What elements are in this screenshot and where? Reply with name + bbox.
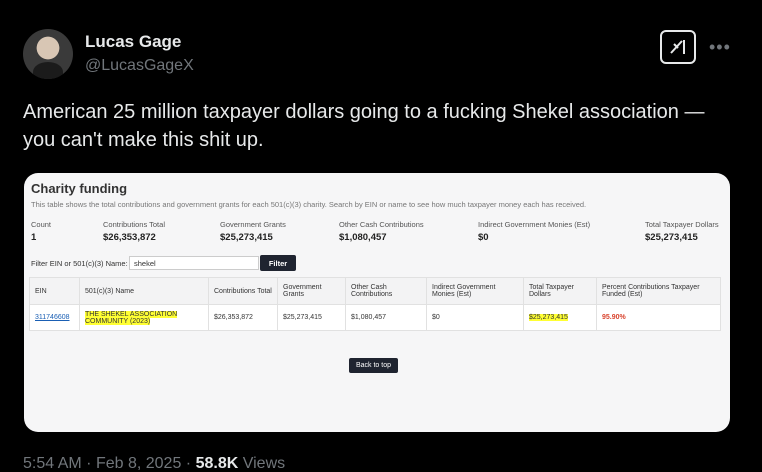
stat-value: 1 xyxy=(31,232,37,243)
tweet-date[interactable]: Feb 8, 2025 xyxy=(96,455,181,472)
author-name[interactable]: Lucas Gage xyxy=(85,32,181,52)
indirect-cell: $0 xyxy=(426,304,524,331)
column-header: Percent Contributions Taxpayer Funded (E… xyxy=(596,277,721,305)
filter-label: Filter EIN or 501(c)(3) Name: xyxy=(31,259,128,268)
attached-image[interactable]: Charity funding This table shows the tot… xyxy=(24,173,730,432)
stat-value: $26,353,872 xyxy=(103,232,156,243)
more-options-icon[interactable]: ••• xyxy=(709,37,731,58)
column-header: Indirect Government Monies (Est) xyxy=(426,277,524,305)
separator: · xyxy=(86,455,92,472)
filter-button[interactable]: Filter xyxy=(260,255,296,271)
column-header: 501(c)(3) Name xyxy=(79,277,209,305)
tweet-text: American 25 million taxpayer dollars goi… xyxy=(23,101,705,151)
percent-cell: 95.90% xyxy=(596,304,721,331)
taxpayer-dollars-cell: $25,273,415 xyxy=(523,304,597,331)
filter-input[interactable] xyxy=(129,256,259,270)
grok-button[interactable] xyxy=(660,30,696,64)
contributions-cell: $26,353,872 xyxy=(208,304,278,331)
stat-value: $1,080,457 xyxy=(339,232,387,243)
stat-label: Indirect Government Monies (Est) xyxy=(478,220,591,229)
column-header: Other Cash Contributions xyxy=(345,277,427,305)
column-header: EIN xyxy=(29,277,80,305)
grok-icon xyxy=(670,40,685,54)
charity-table: EIN 501(c)(3) Name Contributions Total G… xyxy=(29,277,721,331)
stat-label: Other Cash Contributions xyxy=(339,220,424,229)
ein-cell: 311746608 xyxy=(29,304,80,331)
charity-name: THE SHEKEL ASSOCIATION COMMUNITY (2023) xyxy=(85,310,178,325)
taxpayer-dollars-value: $25,273,415 xyxy=(529,314,568,321)
card-description: This table shows the total contributions… xyxy=(31,200,587,209)
stat-label: Government Grants xyxy=(220,220,286,229)
tweet-meta: 5:54 AM · Feb 8, 2025 · 58.8K Views xyxy=(23,455,285,472)
name-cell: THE SHEKEL ASSOCIATION COMMUNITY (2023) xyxy=(79,304,209,331)
stat-label: Contributions Total xyxy=(103,220,165,229)
ein-link[interactable]: 311746608 xyxy=(35,314,70,321)
percent-value: 95.90% xyxy=(602,314,626,321)
column-header: Contributions Total xyxy=(208,277,278,305)
separator: · xyxy=(185,455,192,472)
stat-label: Count xyxy=(31,220,52,229)
views-count[interactable]: 58.8K xyxy=(196,455,239,472)
table-header-row: EIN 501(c)(3) Name Contributions Total G… xyxy=(29,277,721,305)
column-header: Total Taxpayer Dollars xyxy=(523,277,597,305)
other-cash-cell: $1,080,457 xyxy=(345,304,427,331)
back-to-top-button[interactable]: Back to top xyxy=(349,358,398,373)
stat-total-taxpayer: Total Taxpayer Dollars $25,273,415 xyxy=(645,220,719,243)
avatar[interactable] xyxy=(23,29,73,79)
views-label: Views xyxy=(242,455,286,472)
table-row: 311746608 THE SHEKEL ASSOCIATION COMMUNI… xyxy=(29,304,721,331)
stat-other-cash: Other Cash Contributions $1,080,457 xyxy=(339,220,424,243)
author-handle[interactable]: @LucasGageX xyxy=(85,57,194,75)
card-title: Charity funding xyxy=(31,181,128,196)
stat-value: $25,273,415 xyxy=(645,232,698,243)
stat-label: Total Taxpayer Dollars xyxy=(645,220,719,229)
stat-value: $25,273,415 xyxy=(220,232,273,243)
tweet-time[interactable]: 5:54 AM xyxy=(23,455,82,472)
stat-count: Count 1 xyxy=(31,220,51,243)
stat-contributions-total: Contributions Total $26,353,872 xyxy=(103,220,165,243)
stat-value: $0 xyxy=(478,232,489,243)
stat-indirect-government: Indirect Government Monies (Est) $0 xyxy=(478,220,590,243)
column-header: Government Grants xyxy=(277,277,346,305)
grants-cell: $25,273,415 xyxy=(277,304,346,331)
stat-government-grants: Government Grants $25,273,415 xyxy=(220,220,286,243)
